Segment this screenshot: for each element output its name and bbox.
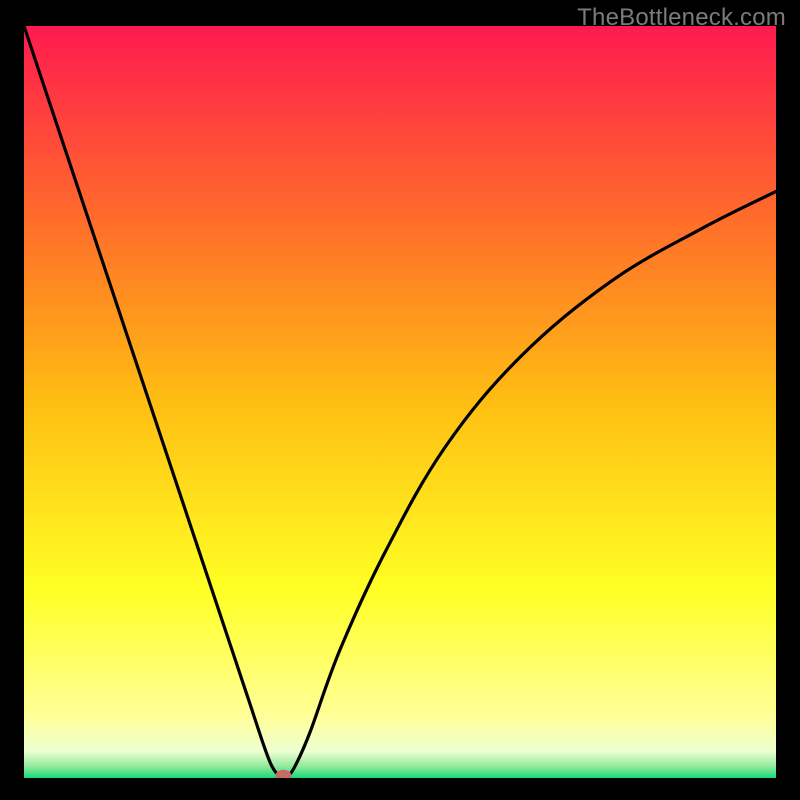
chart-container: TheBottleneck.com [0, 0, 800, 800]
gradient-background [24, 26, 776, 778]
plot-area [24, 26, 776, 778]
chart-svg [24, 26, 776, 778]
